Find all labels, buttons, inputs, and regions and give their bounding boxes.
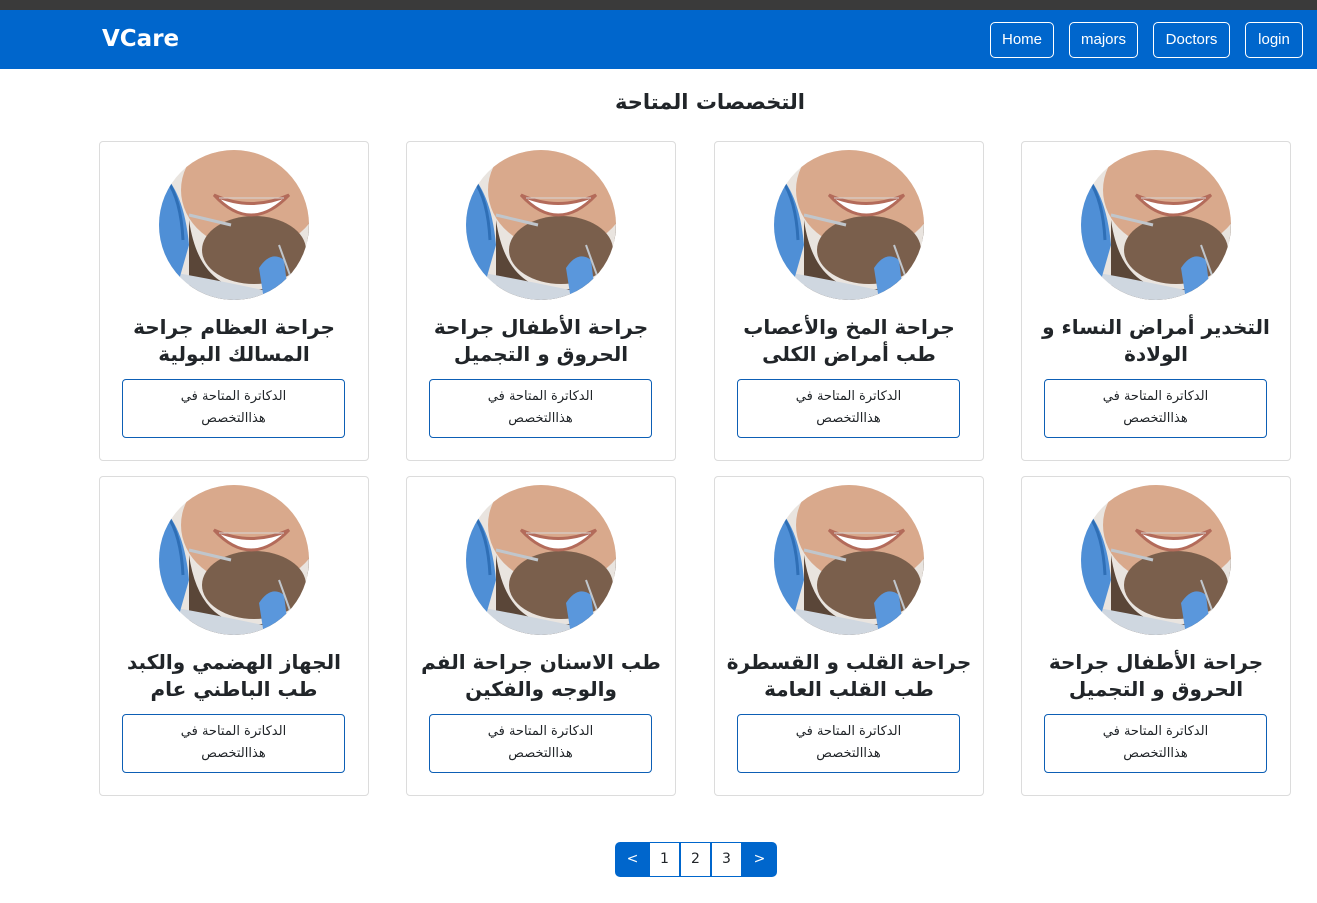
pagination-prev-button[interactable]: < <box>615 842 650 877</box>
specialty-title-line2: الحروق و التجميل <box>453 342 629 366</box>
button-label-line1: الدكاترة المتاحة في <box>487 389 594 404</box>
specialty-title-line2: طب القلب العامة <box>764 677 934 701</box>
specialty-avatar-image <box>159 150 309 300</box>
button-label-line1: الدكاترة المتاحة في <box>180 724 287 739</box>
button-label-line2: هذاالتخصص <box>1123 411 1188 426</box>
brand-logo[interactable]: VCare <box>102 26 179 52</box>
specialty-title: جراحة الأطفال جراحة الحروق و التجميل <box>1022 649 1290 703</box>
button-label-line1: الدكاترة المتاحة في <box>487 724 594 739</box>
pagination-page-3[interactable]: 3 <box>711 842 742 877</box>
button-label-line2: هذاالتخصص <box>1123 746 1188 761</box>
button-label-line1: الدكاترة المتاحة في <box>180 389 287 404</box>
specialty-title: طب الاسنان جراحة الفم والوجه والفكين <box>407 649 675 703</box>
button-label-line1: الدكاترة المتاحة في <box>1102 724 1209 739</box>
specialty-card: جراحة المخ والأعصاب طب أمراض الكلى الدكاتر… <box>714 141 984 461</box>
pagination-next-button[interactable]: > <box>742 842 777 877</box>
available-doctors-button[interactable]: الدكاترة المتاحة في هذاالتخصص <box>122 379 345 438</box>
available-doctors-button[interactable]: الدكاترة المتاحة في هذاالتخصص <box>737 714 960 773</box>
specialty-avatar-image <box>466 150 616 300</box>
available-doctors-button[interactable]: الدكاترة المتاحة في هذاالتخصص <box>122 714 345 773</box>
button-label-line1: الدكاترة المتاحة في <box>795 724 902 739</box>
available-doctors-button[interactable]: الدكاترة المتاحة في هذاالتخصص <box>737 379 960 438</box>
button-label-line2: هذاالتخصص <box>508 411 573 426</box>
specialty-title-line2: المسالك البولية <box>158 342 310 366</box>
available-doctors-button[interactable]: الدكاترة المتاحة في هذاالتخصص <box>429 379 652 438</box>
specialty-title-line1: طب الاسنان جراحة الفم <box>421 650 661 674</box>
nav-majors-button[interactable]: majors <box>1069 22 1138 58</box>
page-title: التخصصات المتاحة <box>615 90 805 114</box>
specialty-card: جراحة الأطفال جراحة الحروق و التجميل الدكا… <box>406 141 676 461</box>
specialty-title: التخدير أمراض النساء و الولادة <box>1022 314 1290 368</box>
button-label-line1: الدكاترة المتاحة في <box>795 389 902 404</box>
specialty-title-line2: طب أمراض الكلى <box>762 342 936 366</box>
button-label-line2: هذاالتخصص <box>816 746 881 761</box>
specialty-title-line1: جراحة الأطفال جراحة <box>1048 650 1264 674</box>
pagination-page-2[interactable]: 2 <box>680 842 711 877</box>
button-label-line2: هذاالتخصص <box>816 411 881 426</box>
specialty-card: طب الاسنان جراحة الفم والوجه والفكين الدكا… <box>406 476 676 796</box>
specialty-card: الجهاز الهضمي والكبد طب الباطني عام الدكات… <box>99 476 369 796</box>
specialty-card: التخدير أمراض النساء و الولادة الدكاترة ال… <box>1021 141 1291 461</box>
specialty-title-line1: التخدير أمراض النساء و <box>1042 315 1270 339</box>
specialty-title-line1: جراحة العظام جراحة <box>133 315 335 339</box>
nav-login-button[interactable]: login <box>1245 22 1303 58</box>
specialty-title-line1: جراحة الأطفال جراحة <box>433 315 649 339</box>
specialty-title-line1: جراحة القلب و القسطرة <box>726 650 972 674</box>
specialty-title-line1: جراحة المخ والأعصاب <box>743 315 955 339</box>
specialty-title-line2: والوجه والفكين <box>465 677 617 701</box>
navbar: VCare Home majors Doctors login <box>0 10 1317 69</box>
available-doctors-button[interactable]: الدكاترة المتاحة في هذاالتخصص <box>1044 379 1267 438</box>
button-label-line2: هذاالتخصص <box>508 746 573 761</box>
specialty-title-line2: طب الباطني عام <box>150 677 318 701</box>
available-doctors-button[interactable]: الدكاترة المتاحة في هذاالتخصص <box>1044 714 1267 773</box>
pagination-page-1[interactable]: 1 <box>649 842 680 877</box>
specialty-title: الجهاز الهضمي والكبد طب الباطني عام <box>100 649 368 703</box>
specialty-title-line1: الجهاز الهضمي والكبد <box>127 650 341 674</box>
specialty-title: جراحة المخ والأعصاب طب أمراض الكلى <box>715 314 983 368</box>
button-label-line2: هذاالتخصص <box>201 411 266 426</box>
nav-doctors-button[interactable]: Doctors <box>1153 22 1230 58</box>
specialty-avatar-image <box>774 485 924 635</box>
nav-home-button[interactable]: Home <box>990 22 1054 58</box>
specialty-avatar-image <box>1081 485 1231 635</box>
specialty-card: جراحة الأطفال جراحة الحروق و التجميل الدكا… <box>1021 476 1291 796</box>
specialty-avatar-image <box>159 485 309 635</box>
available-doctors-button[interactable]: الدكاترة المتاحة في هذاالتخصص <box>429 714 652 773</box>
specialty-avatar-image <box>1081 150 1231 300</box>
specialty-card: جراحة العظام جراحة المسالك البولية الدكاتر… <box>99 141 369 461</box>
button-label-line1: الدكاترة المتاحة في <box>1102 389 1209 404</box>
button-label-line2: هذاالتخصص <box>201 746 266 761</box>
specialty-avatar-image <box>774 150 924 300</box>
specialty-title-line2: الحروق و التجميل <box>1068 677 1244 701</box>
specialty-avatar-image <box>466 485 616 635</box>
specialty-card: جراحة القلب و القسطرة طب القلب العامة الدك… <box>714 476 984 796</box>
browser-top-strip <box>0 0 1317 10</box>
specialty-title-line2: الولادة <box>1124 342 1188 366</box>
specialty-title: جراحة القلب و القسطرة طب القلب العامة <box>715 649 983 703</box>
specialty-title: جراحة الأطفال جراحة الحروق و التجميل <box>407 314 675 368</box>
specialty-title: جراحة العظام جراحة المسالك البولية <box>100 314 368 368</box>
